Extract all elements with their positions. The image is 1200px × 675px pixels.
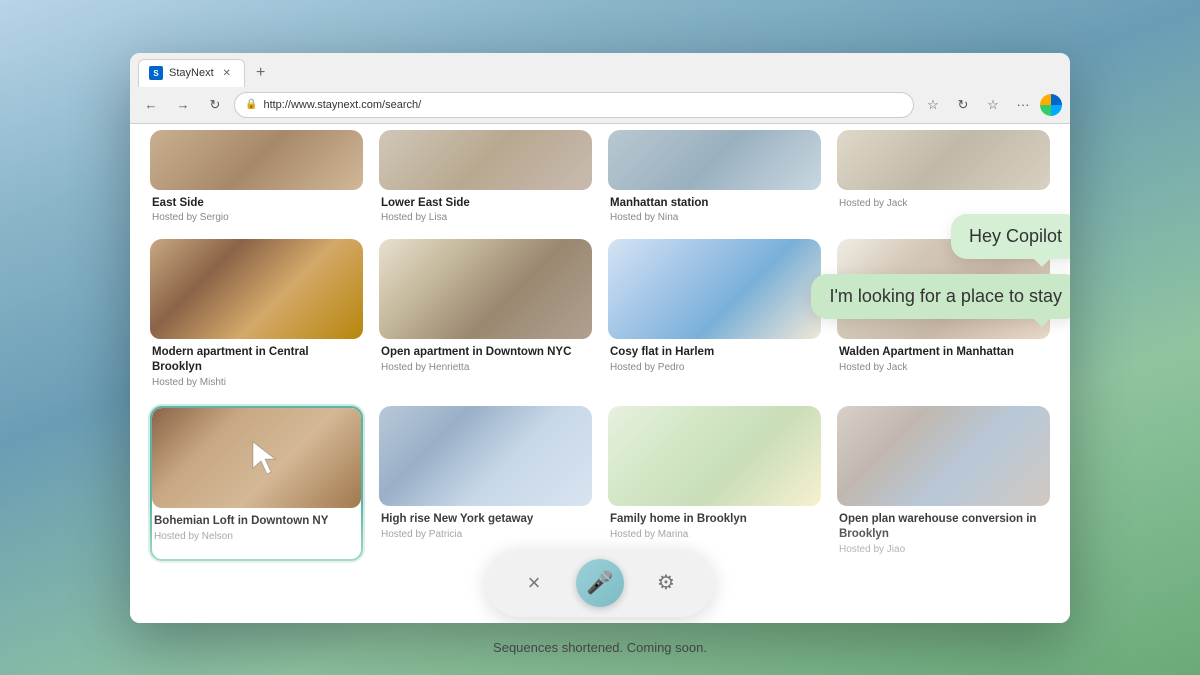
- refresh-button[interactable]: ↻: [202, 92, 228, 118]
- listing-host: Hosted by Sergio: [152, 212, 361, 223]
- copilot-bubble: Hey Copilot: [951, 214, 1070, 259]
- listing-title: Manhattan station: [610, 196, 819, 211]
- more-button[interactable]: ···: [1010, 92, 1036, 118]
- listing-card-bohemian[interactable]: Bohemian Loft in Downtown NY Hosted by N…: [150, 406, 363, 561]
- edge-icon: [1040, 94, 1062, 116]
- listing-info: Hosted by Jack: [837, 190, 1050, 215]
- listing-image: [608, 239, 821, 339]
- listing-info: High rise New York getaway Hosted by Pat…: [379, 506, 592, 546]
- listing-title: High rise New York getaway: [381, 512, 590, 527]
- listing-info: Open apartment in Downtown NYC Hosted by…: [379, 339, 592, 379]
- listing-host: Hosted by Jack: [839, 362, 1048, 373]
- listing-image: [152, 408, 361, 508]
- back-button[interactable]: ←: [138, 92, 164, 118]
- listing-host: Hosted by Pedro: [610, 362, 819, 373]
- forward-button[interactable]: →: [170, 92, 196, 118]
- listing-image: [379, 239, 592, 339]
- bottom-controls: × 🎤 ⚙: [130, 543, 1070, 623]
- listing-image: [608, 130, 821, 190]
- listing-info: Lower East Side Hosted by Lisa: [379, 190, 592, 230]
- browser-content-area: East Side Hosted by Sergio Lower East Si…: [130, 124, 1070, 623]
- listing-title: Cosy flat in Harlem: [610, 345, 819, 360]
- refresh-right-button[interactable]: ↻: [950, 92, 976, 118]
- listing-host: Hosted by Patricia: [381, 529, 590, 540]
- browser-chrome: S StayNext ✕ + ← → ↻ 🔒 http://www.stayne…: [130, 53, 1070, 124]
- listing-card-downtownnyc[interactable]: Open apartment in Downtown NYC Hosted by…: [379, 239, 592, 394]
- listing-host: Hosted by Henrietta: [381, 362, 590, 373]
- extensions-button[interactable]: ☆: [980, 92, 1006, 118]
- listing-title: Walden Apartment in Manhattan: [839, 345, 1048, 360]
- mic-button[interactable]: 🎤: [576, 559, 624, 607]
- scroll-content: East Side Hosted by Sergio Lower East Si…: [130, 130, 1070, 582]
- listing-image: [608, 406, 821, 506]
- listing-title: Bohemian Loft in Downtown NY: [154, 514, 359, 529]
- listing-info: Manhattan station Hosted by Nina: [608, 190, 821, 230]
- status-text: Sequences shortened. Coming soon.: [493, 640, 707, 655]
- listing-title: Modern apartment in Central Brooklyn: [152, 345, 361, 375]
- listing-info: Walden Apartment in Manhattan Hosted by …: [837, 339, 1050, 379]
- listing-host: Hosted by Nelson: [154, 531, 359, 542]
- browser-toolbar: ← → ↻ 🔒 http://www.staynext.com/search/ …: [130, 87, 1070, 123]
- listing-info: Family home in Brooklyn Hosted by Marina: [608, 506, 821, 546]
- listing-image: [150, 130, 363, 190]
- browser-window: S StayNext ✕ + ← → ↻ 🔒 http://www.stayne…: [130, 53, 1070, 623]
- listing-info: Modern apartment in Central Brooklyn Hos…: [150, 339, 363, 394]
- listing-card-harlem[interactable]: Cosy flat in Harlem Hosted by Pedro: [608, 239, 821, 394]
- listing-title: Open apartment in Downtown NYC: [381, 345, 590, 360]
- new-tab-button[interactable]: +: [249, 61, 273, 85]
- active-tab[interactable]: S StayNext ✕: [138, 59, 245, 87]
- listing-info: Cosy flat in Harlem Hosted by Pedro: [608, 339, 821, 379]
- listing-host: Hosted by Nina: [610, 212, 819, 223]
- listing-card-familyhome[interactable]: Family home in Brooklyn Hosted by Marina: [608, 406, 821, 561]
- cursor-icon: [249, 440, 285, 476]
- listing-title: Lower East Side: [381, 196, 590, 211]
- listing-title: Family home in Brooklyn: [610, 512, 819, 527]
- tab-close-button[interactable]: ✕: [220, 66, 234, 80]
- listing-image: [837, 406, 1050, 506]
- row3: Bohemian Loft in Downtown NY Hosted by N…: [150, 406, 1050, 561]
- browser-tabs: S StayNext ✕ +: [130, 53, 1070, 87]
- listing-card-lowereastside[interactable]: Lower East Side Hosted by Lisa: [379, 130, 592, 230]
- listing-card-warehouse[interactable]: Open plan warehouse conversion in Brookl…: [837, 406, 1050, 561]
- listing-host: Hosted by Mishti: [152, 377, 361, 388]
- listing-card-centralbrooklyn[interactable]: Modern apartment in Central Brooklyn Hos…: [150, 239, 363, 394]
- toolbar-right: ☆ ↻ ☆ ···: [920, 92, 1062, 118]
- lock-icon: 🔒: [245, 99, 257, 110]
- listing-image: [379, 406, 592, 506]
- address-bar[interactable]: 🔒 http://www.staynext.com/search/: [234, 92, 914, 118]
- controls-pill: × 🎤 ⚙: [486, 549, 714, 617]
- listing-title: Open plan warehouse conversion in Brookl…: [839, 512, 1048, 542]
- listing-info: East Side Hosted by Sergio: [150, 190, 363, 230]
- address-url: http://www.staynext.com/search/: [263, 99, 421, 111]
- settings-button[interactable]: ⚙: [648, 565, 684, 601]
- listing-image: [837, 130, 1050, 190]
- listing-image: [150, 239, 363, 339]
- listing-host: Hosted by Jack: [839, 198, 1048, 209]
- tab-title: StayNext: [169, 67, 214, 79]
- listing-card-manhattanstation[interactable]: Manhattan station Hosted by Nina: [608, 130, 821, 230]
- listing-host: Hosted by Marina: [610, 529, 819, 540]
- listing-image: [379, 130, 592, 190]
- user-bubble: I'm looking for a place to stay: [811, 274, 1070, 319]
- listing-title: East Side: [152, 196, 361, 211]
- favorites-button[interactable]: ☆: [920, 92, 946, 118]
- close-button[interactable]: ×: [516, 565, 552, 601]
- listing-host: Hosted by Lisa: [381, 212, 590, 223]
- tab-favicon: S: [149, 66, 163, 80]
- listing-card-eastside[interactable]: East Side Hosted by Sergio: [150, 130, 363, 230]
- top-row: East Side Hosted by Sergio Lower East Si…: [150, 130, 1050, 230]
- listing-card-highrise[interactable]: High rise New York getaway Hosted by Pat…: [379, 406, 592, 561]
